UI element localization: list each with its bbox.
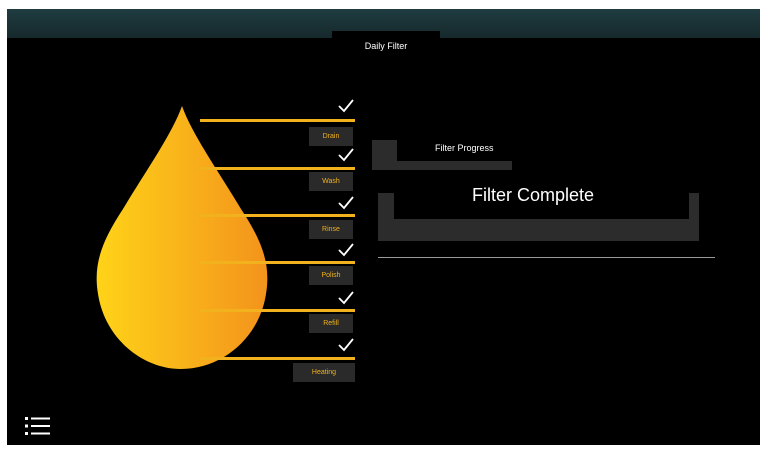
step-label-refill: Refill [309,314,353,333]
check-icon [338,338,354,352]
step-label-rinse: Rinse [309,220,353,239]
step-line-refill [200,309,355,312]
check-icon [338,148,354,162]
step-line-polish [200,261,355,264]
filter-status-text: Filter Complete [472,185,595,205]
step-label-polish: Polish [309,266,353,285]
step-line-drain [200,119,355,122]
status-frame-bottom [378,219,699,241]
step-line-rinse [200,214,355,217]
check-icon [338,243,354,257]
check-icon [338,196,354,210]
progress-bracket-bottom [372,161,512,170]
step-line-heating [200,357,355,360]
check-icon [338,99,354,113]
step-label-heating: Heating [293,363,355,382]
step-line-wash [200,167,355,170]
step-label-wash: Wash [309,172,353,191]
divider [378,257,715,258]
step-label-drain: Drain [309,127,353,146]
check-icon [338,291,354,305]
filter-progress-label: Filter Progress [435,143,494,153]
list-menu-icon[interactable] [25,416,51,436]
device-screen: Daily Filter Drain Wash Rinse Polish Ref… [7,9,760,445]
